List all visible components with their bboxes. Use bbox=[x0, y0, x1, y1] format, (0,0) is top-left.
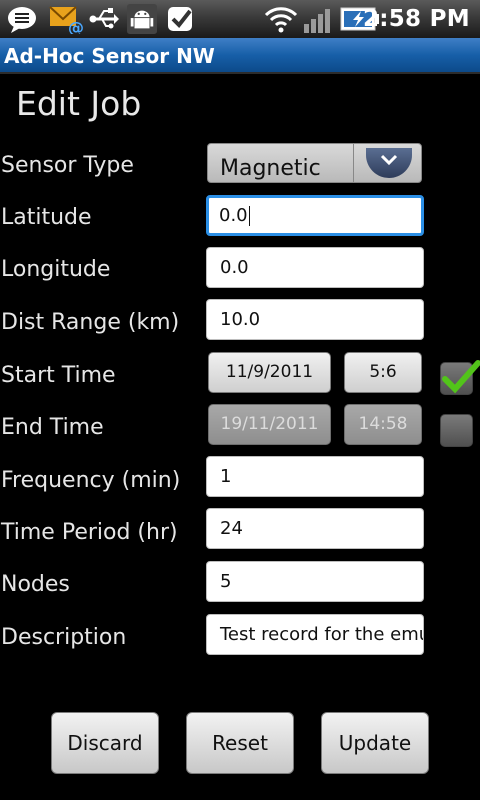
time-period-label: Time Period (hr) bbox=[1, 520, 178, 545]
signal-icon bbox=[304, 9, 330, 33]
page-title: Edit Job bbox=[16, 84, 142, 123]
nodes-field[interactable]: 5 bbox=[206, 561, 424, 602]
sensor-type-spinner[interactable]: Magnetic bbox=[207, 143, 422, 183]
end-time-label: End Time bbox=[1, 415, 104, 440]
chevron-down-icon bbox=[380, 154, 398, 166]
start-time-button[interactable]: 5:6 bbox=[344, 352, 422, 393]
update-button[interactable]: Update bbox=[321, 712, 429, 774]
time-period-field[interactable]: 24 bbox=[206, 508, 424, 549]
reset-button[interactable]: Reset bbox=[186, 712, 294, 774]
description-field[interactable]: Test record for the emu bbox=[206, 614, 424, 655]
latitude-label: Latitude bbox=[1, 205, 92, 230]
spinner-divider bbox=[353, 144, 354, 182]
longitude-field[interactable]: 0.0 bbox=[206, 247, 424, 288]
text-cursor bbox=[248, 206, 250, 226]
dropdown-button[interactable] bbox=[366, 148, 412, 178]
email-icon: @ bbox=[49, 6, 84, 34]
check-icon bbox=[442, 360, 480, 394]
usb-icon bbox=[89, 8, 119, 29]
dist-range-field[interactable]: 10.0 bbox=[206, 299, 424, 340]
clock: 2:58 PM bbox=[362, 6, 470, 32]
end-date-button[interactable]: 19/11/2011 bbox=[208, 404, 331, 445]
nodes-label: Nodes bbox=[1, 572, 70, 597]
description-label: Description bbox=[1, 625, 127, 650]
latitude-value: 0.0 bbox=[219, 205, 248, 226]
chat-icon bbox=[8, 7, 36, 33]
end-time-button[interactable]: 14:58 bbox=[344, 404, 422, 445]
end-time-checkbox[interactable] bbox=[440, 414, 473, 447]
sensor-type-label: Sensor Type bbox=[1, 153, 134, 178]
app-title: Ad-Hoc Sensor NW bbox=[4, 44, 215, 68]
checkmark-icon bbox=[168, 7, 192, 31]
status-bar: @ 2:58 PM bbox=[0, 0, 480, 38]
frequency-label: Frequency (min) bbox=[1, 468, 181, 493]
latitude-field[interactable]: 0.0 bbox=[206, 195, 424, 236]
svg-text:@: @ bbox=[68, 18, 84, 34]
start-time-label: Start Time bbox=[1, 363, 116, 388]
start-time-checkbox[interactable] bbox=[440, 360, 480, 395]
discard-button[interactable]: Discard bbox=[51, 712, 159, 774]
dist-range-label: Dist Range (km) bbox=[1, 310, 180, 335]
wifi-icon bbox=[264, 7, 298, 33]
app-title-bar: Ad-Hoc Sensor NW bbox=[0, 38, 480, 74]
sensor-type-value: Magnetic bbox=[220, 156, 321, 181]
start-date-button[interactable]: 11/9/2011 bbox=[208, 352, 331, 393]
longitude-label: Longitude bbox=[1, 257, 111, 282]
android-debug-icon bbox=[127, 4, 157, 34]
frequency-field[interactable]: 1 bbox=[206, 456, 424, 497]
